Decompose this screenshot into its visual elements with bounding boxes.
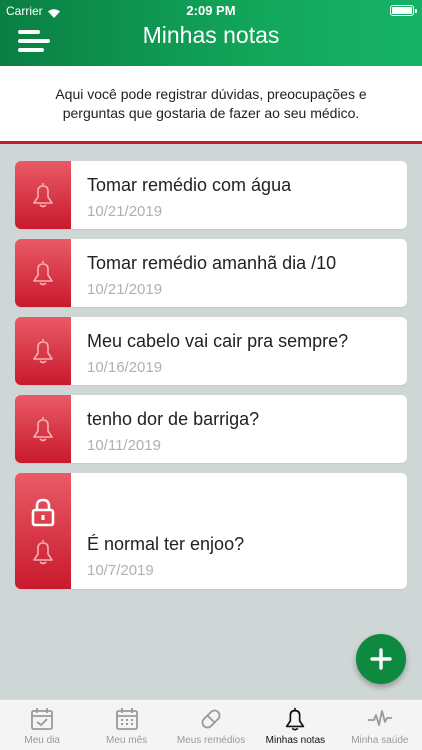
tab-label: Meu mês bbox=[106, 735, 148, 746]
note-date: 10/7/2019 bbox=[87, 562, 154, 579]
lock-icon bbox=[31, 498, 55, 526]
app-header: Carrier 2:09 PM Minhas notas bbox=[0, 0, 422, 66]
intro-text: Aqui você pode registrar dúvidas, preocu… bbox=[55, 85, 367, 121]
battery-icon bbox=[390, 5, 417, 16]
tab-minhas-notas[interactable]: Minhas notas bbox=[253, 700, 337, 750]
note-content: Meu cabelo vai cair pra sempre? 10/16/20… bbox=[71, 317, 407, 385]
page-title: Minhas notas bbox=[142, 22, 280, 48]
note-card[interactable]: Meu cabelo vai cair pra sempre? 10/16/20… bbox=[15, 317, 407, 385]
calendar-grid-icon bbox=[115, 708, 138, 730]
tab-label: Meu dia bbox=[24, 735, 60, 746]
note-content: Tomar remédio com água 10/21/2019 bbox=[71, 161, 407, 229]
note-side-panel bbox=[15, 317, 71, 385]
note-date: 10/16/2019 bbox=[87, 359, 163, 376]
status-time: 2:09 PM bbox=[186, 3, 236, 18]
bell-icon bbox=[33, 261, 53, 286]
tab-label: Minha saúde bbox=[351, 735, 409, 746]
note-card[interactable]: É normal ter enjoo? 10/7/2019 bbox=[15, 473, 407, 589]
note-date: 10/21/2019 bbox=[87, 281, 163, 298]
note-side-panel bbox=[15, 161, 71, 229]
note-content: É normal ter enjoo? 10/7/2019 bbox=[71, 473, 407, 589]
bell-icon bbox=[33, 539, 53, 564]
note-text: Tomar remédio com água bbox=[87, 175, 292, 195]
note-side-panel bbox=[15, 239, 71, 307]
bell-icon bbox=[33, 183, 53, 208]
heartbeat-icon bbox=[367, 710, 392, 726]
tab-meu-dia[interactable]: Meu dia bbox=[0, 700, 84, 750]
note-text: É normal ter enjoo? bbox=[87, 534, 245, 554]
tab-meu-mes[interactable]: Meu mês bbox=[84, 700, 168, 750]
tab-label: Minhas notas bbox=[265, 735, 326, 746]
pill-icon bbox=[201, 709, 221, 729]
tab-bar: Meu dia Meu mês Meus remédios Minhas not… bbox=[0, 699, 422, 750]
calendar-check-icon bbox=[31, 708, 54, 730]
intro-panel: Aqui você pode registrar dúvidas, preocu… bbox=[0, 66, 422, 144]
note-content: tenho dor de barriga? 10/11/2019 bbox=[71, 395, 407, 463]
plus-icon bbox=[370, 648, 392, 670]
add-note-button[interactable] bbox=[356, 634, 406, 684]
status-bar: Carrier 2:09 PM bbox=[0, 0, 422, 20]
note-text: tenho dor de barriga? bbox=[87, 409, 260, 429]
note-side-panel bbox=[15, 473, 71, 589]
note-text: Tomar remédio amanhã dia /10 bbox=[87, 253, 337, 273]
note-card[interactable]: Tomar remédio com água 10/21/2019 bbox=[15, 161, 407, 229]
note-side-panel bbox=[15, 395, 71, 463]
note-card[interactable]: Tomar remédio amanhã dia /10 10/21/2019 bbox=[15, 239, 407, 307]
tab-meus-remedios[interactable]: Meus remédios bbox=[169, 700, 253, 750]
note-text: Meu cabelo vai cair pra sempre? bbox=[87, 331, 349, 351]
tab-label: Meus remédios bbox=[176, 735, 246, 746]
note-date: 10/11/2019 bbox=[87, 437, 161, 454]
bell-icon bbox=[33, 417, 53, 442]
notes-list: Tomar remédio com água 10/21/2019 Tomar … bbox=[15, 161, 407, 599]
tab-minha-saude[interactable]: Minha saúde bbox=[338, 700, 422, 750]
note-card[interactable]: tenho dor de barriga? 10/11/2019 bbox=[15, 395, 407, 463]
note-date: 10/21/2019 bbox=[87, 203, 163, 220]
note-content: Tomar remédio amanhã dia /10 10/21/2019 bbox=[71, 239, 407, 307]
bell-icon bbox=[33, 339, 53, 364]
bell-icon bbox=[286, 707, 305, 731]
